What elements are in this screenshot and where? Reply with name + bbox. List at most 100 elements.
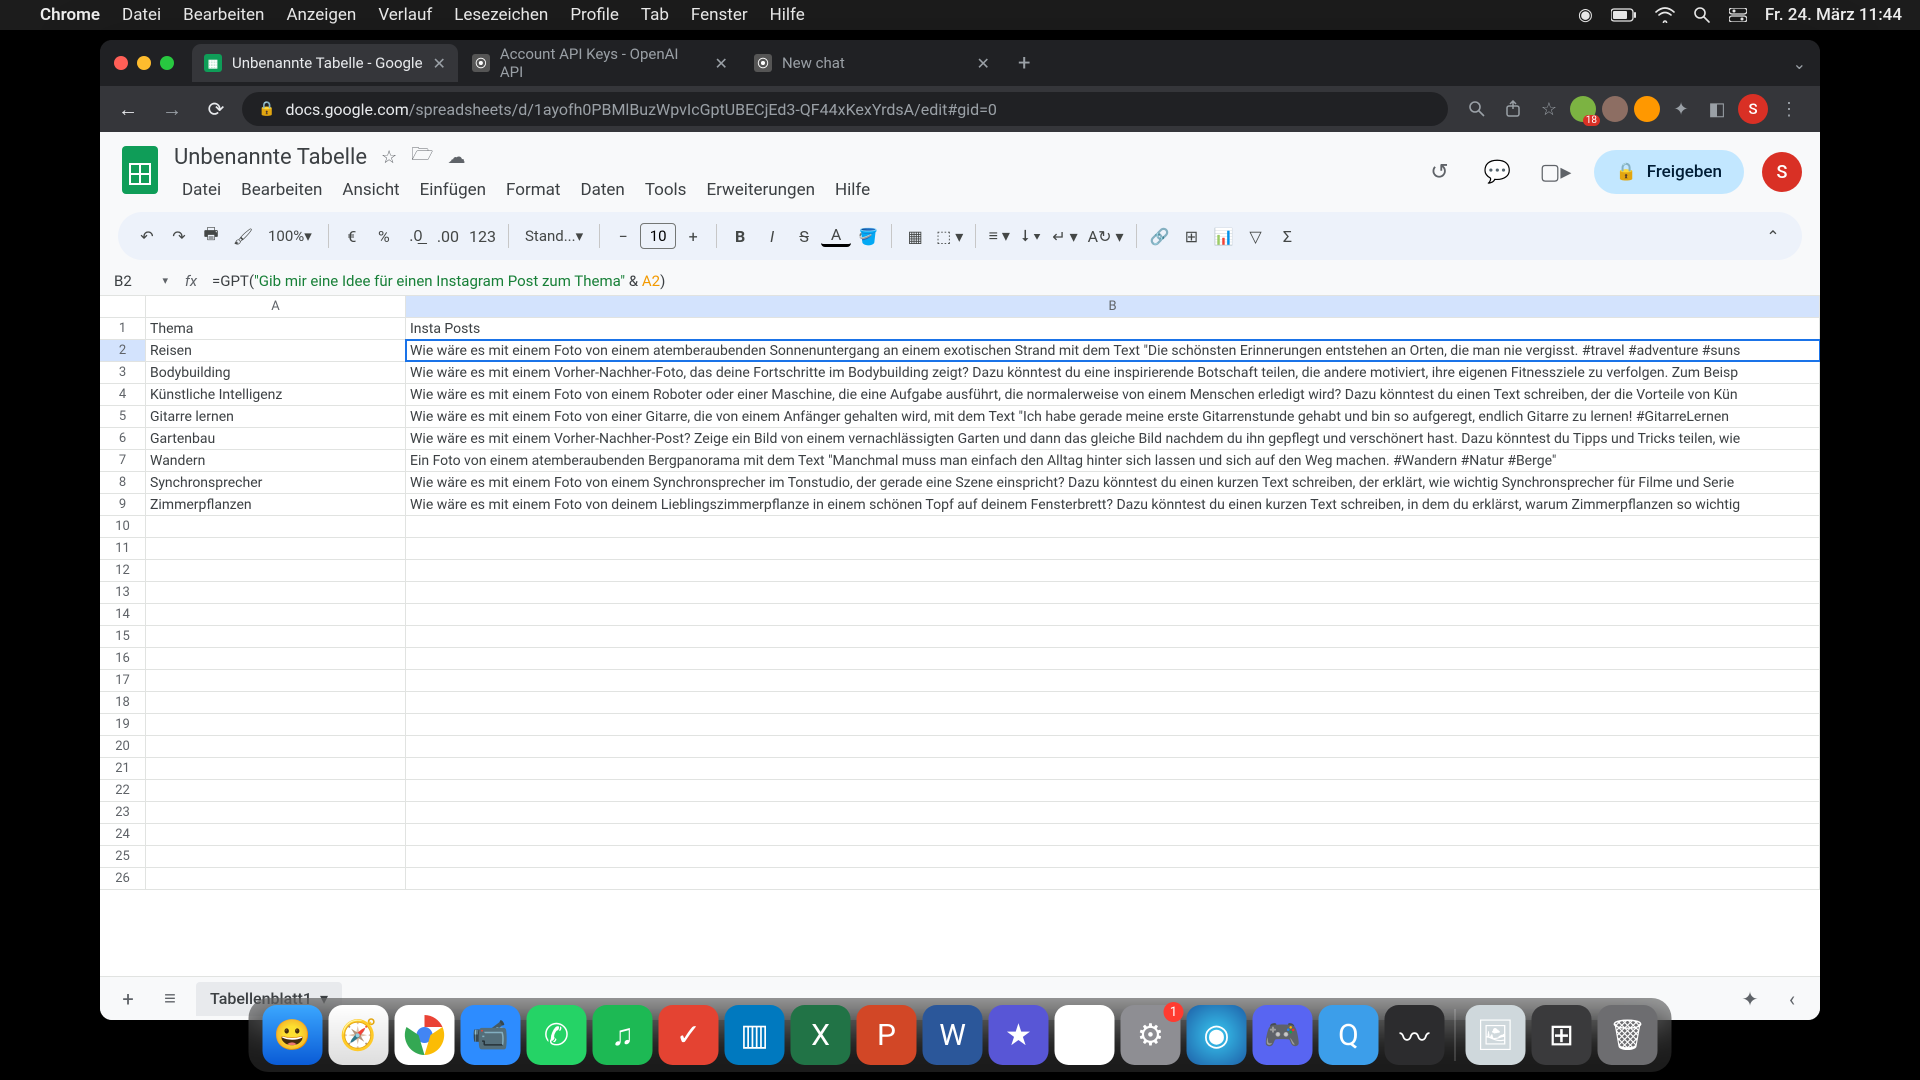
cell-b[interactable] — [406, 758, 1820, 779]
row-header[interactable]: 21 — [100, 758, 146, 779]
cell-b[interactable] — [406, 604, 1820, 625]
table-row[interactable]: 13 — [100, 582, 1820, 604]
cell-b[interactable] — [406, 582, 1820, 603]
column-header-a[interactable]: A — [146, 296, 406, 317]
add-sheet-button[interactable]: + — [112, 983, 144, 1015]
dock-imovie[interactable]: ★ — [989, 1005, 1049, 1065]
increase-decimal-button[interactable]: .00 — [433, 221, 463, 251]
meet-icon[interactable]: ▢▸ — [1536, 152, 1576, 192]
sheets-menu-format[interactable]: Format — [498, 176, 568, 204]
vertical-align-button[interactable]: ⭣ ▾ — [1016, 221, 1046, 251]
row-header[interactable]: 18 — [100, 692, 146, 713]
cell-b[interactable] — [406, 736, 1820, 757]
row-header[interactable]: 4 — [100, 384, 146, 405]
table-row[interactable]: 21 — [100, 758, 1820, 780]
cell-a[interactable]: Synchronsprecher — [146, 472, 406, 493]
screen-record-icon[interactable]: ◉ — [1578, 5, 1593, 25]
cell-a[interactable] — [146, 670, 406, 691]
extension-2-icon[interactable] — [1602, 96, 1628, 122]
cell-a[interactable] — [146, 538, 406, 559]
cell-b[interactable] — [406, 780, 1820, 801]
redo-button[interactable]: ↷ — [164, 221, 194, 251]
menubar-clock[interactable]: Fr. 24. März 11:44 — [1765, 5, 1902, 25]
table-row[interactable]: 24 — [100, 824, 1820, 846]
sheets-menu-hilfe[interactable]: Hilfe — [827, 176, 878, 204]
insert-link-button[interactable]: 🔗 — [1145, 221, 1175, 251]
cell-a[interactable]: Künstliche Intelligenz — [146, 384, 406, 405]
insert-chart-button[interactable]: 📊 — [1209, 221, 1239, 251]
row-header[interactable]: 11 — [100, 538, 146, 559]
row-header[interactable]: 25 — [100, 846, 146, 867]
text-wrap-button[interactable]: ↵ ▾ — [1048, 221, 1081, 251]
row-header[interactable]: 6 — [100, 428, 146, 449]
dock-finder[interactable]: 😀 — [263, 1005, 323, 1065]
cell-a[interactable] — [146, 714, 406, 735]
back-button[interactable]: ← — [110, 91, 146, 127]
table-row[interactable]: 6GartenbauWie wäre es mit einem Vorher-N… — [100, 428, 1820, 450]
cell-a[interactable] — [146, 802, 406, 823]
cell-b[interactable] — [406, 538, 1820, 559]
menu-lesezeichen[interactable]: Lesezeichen — [454, 5, 548, 25]
tab-close-icon[interactable]: ✕ — [433, 54, 446, 73]
menu-profile[interactable]: Profile — [570, 5, 619, 25]
control-center-icon[interactable] — [1729, 8, 1747, 22]
cell-a[interactable] — [146, 846, 406, 867]
profile-avatar[interactable]: S — [1738, 94, 1768, 124]
row-header[interactable]: 24 — [100, 824, 146, 845]
move-folder-icon[interactable]: 🗁 — [411, 142, 433, 172]
cell-b[interactable]: Insta Posts — [406, 318, 1820, 339]
table-row[interactable]: 10 — [100, 516, 1820, 538]
cell-a[interactable]: Zimmerpflanzen — [146, 494, 406, 515]
window-close-button[interactable] — [114, 56, 128, 70]
extensions-puzzle-icon[interactable]: ✦ — [1666, 94, 1696, 124]
row-header[interactable]: 17 — [100, 670, 146, 691]
sheets-logo-icon[interactable] — [118, 142, 162, 198]
zoom-indicator-icon[interactable] — [1462, 94, 1492, 124]
dock-whatsapp[interactable]: ✆ — [527, 1005, 587, 1065]
cell-b[interactable]: Wie wäre es mit einem Foto von deinem Li… — [406, 494, 1820, 515]
paint-format-button[interactable]: 🖌 — [228, 221, 258, 251]
cell-a[interactable] — [146, 758, 406, 779]
dock-mission-control[interactable]: ⊞ — [1532, 1005, 1592, 1065]
row-header[interactable]: 19 — [100, 714, 146, 735]
print-button[interactable]: 🖶 — [196, 221, 226, 251]
menu-verlauf[interactable]: Verlauf — [378, 5, 432, 25]
tab-overflow-button[interactable]: ⌄ — [1793, 54, 1820, 73]
row-header[interactable]: 15 — [100, 626, 146, 647]
menu-fenster[interactable]: Fenster — [691, 5, 748, 25]
sheets-menu-einfuegen[interactable]: Einfügen — [412, 176, 494, 204]
row-header[interactable]: 14 — [100, 604, 146, 625]
document-title[interactable]: Unbenannte Tabelle — [174, 145, 367, 170]
column-header-b[interactable]: B — [406, 296, 1820, 317]
row-header[interactable]: 7 — [100, 450, 146, 471]
font-size-input[interactable]: 10 — [640, 223, 676, 249]
dock-discord[interactable]: 🎮 — [1253, 1005, 1313, 1065]
cell-b[interactable] — [406, 802, 1820, 823]
cell-b[interactable] — [406, 692, 1820, 713]
decrease-font-button[interactable]: − — [608, 221, 638, 251]
text-color-button[interactable]: A — [821, 225, 851, 247]
cell-b[interactable]: Wie wäre es mit einem Vorher-Nachher-Fot… — [406, 362, 1820, 383]
reload-button[interactable]: ⟳ — [198, 91, 234, 127]
table-row[interactable]: 12 — [100, 560, 1820, 582]
insert-comment-button[interactable]: ⊞ — [1177, 221, 1207, 251]
menubar-app-name[interactable]: Chrome — [40, 5, 100, 25]
dock-voicememo[interactable]: 〰 — [1385, 1005, 1445, 1065]
cell-a[interactable] — [146, 692, 406, 713]
dock-drive[interactable]: △ — [1055, 1005, 1115, 1065]
tab-close-icon[interactable]: ✕ — [977, 54, 990, 73]
forward-button[interactable]: → — [154, 91, 190, 127]
table-row[interactable]: 22 — [100, 780, 1820, 802]
explore-button[interactable]: ✦ — [1734, 983, 1766, 1015]
italic-button[interactable]: I — [757, 221, 787, 251]
table-row[interactable]: 23 — [100, 802, 1820, 824]
cell-a[interactable] — [146, 626, 406, 647]
text-rotation-button[interactable]: A↻ ▾ — [1084, 221, 1128, 251]
cell-b[interactable]: Ein Foto von einem atemberaubenden Bergp… — [406, 450, 1820, 471]
merge-cells-button[interactable]: ⬚ ▾ — [932, 221, 967, 251]
row-header[interactable]: 9 — [100, 494, 146, 515]
sheets-menu-datei[interactable]: Datei — [174, 176, 229, 204]
wifi-icon[interactable] — [1655, 7, 1675, 23]
cell-b[interactable] — [406, 824, 1820, 845]
font-family-dropdown[interactable]: Stand... ▾ — [517, 221, 591, 251]
